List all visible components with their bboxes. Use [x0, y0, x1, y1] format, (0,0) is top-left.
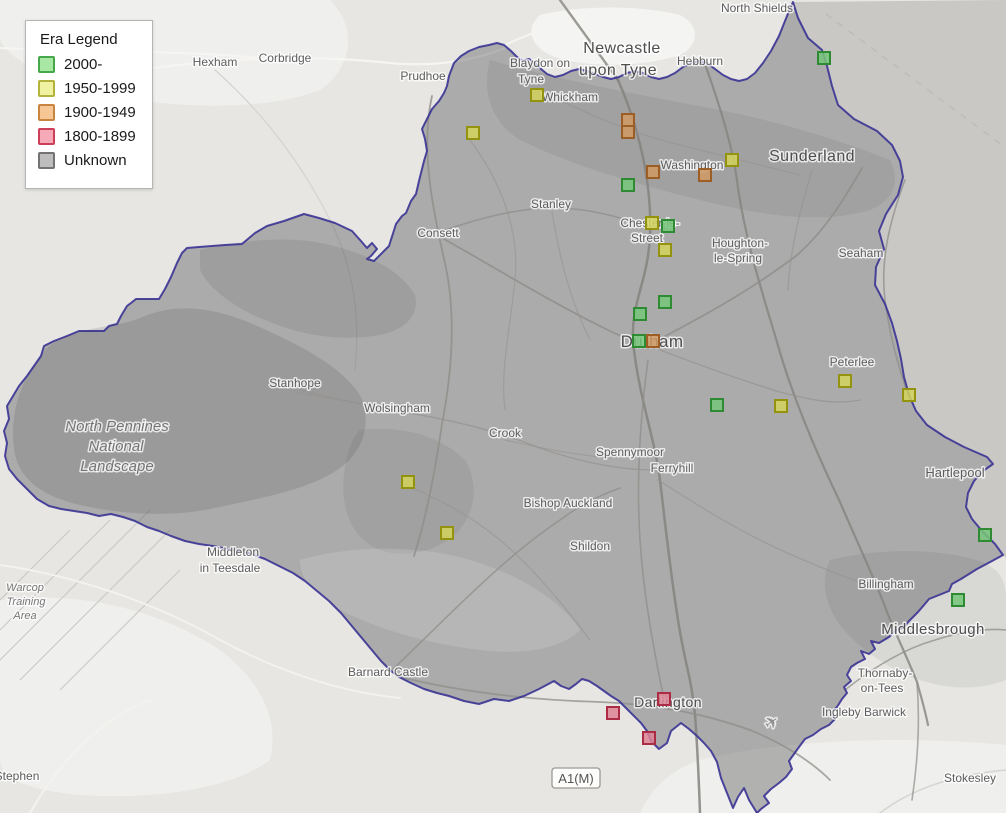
era-marker[interactable] — [633, 307, 647, 321]
legend-item-label: 1950-1999 — [64, 80, 136, 97]
era-marker[interactable] — [902, 388, 916, 402]
era-swatch-icon — [38, 56, 55, 73]
place-label: Middlesbrough — [881, 621, 985, 638]
era-marker[interactable] — [440, 526, 454, 540]
era-marker[interactable] — [725, 153, 739, 167]
era-marker[interactable] — [646, 165, 660, 179]
place-label: Spennymoor — [596, 445, 664, 459]
legend-item: 1900-1949 — [38, 104, 136, 121]
era-marker[interactable] — [838, 374, 852, 388]
place-label: Washington — [661, 158, 724, 172]
legend-item: 2000- — [38, 56, 136, 73]
place-label: Crook — [489, 426, 522, 440]
era-marker[interactable] — [817, 51, 831, 65]
era-swatch-icon — [38, 128, 55, 145]
era-swatch-icon — [38, 80, 55, 97]
legend-title: Era Legend — [40, 31, 118, 48]
era-marker[interactable] — [710, 398, 724, 412]
place-label: Bishop Auckland — [524, 496, 613, 510]
era-marker[interactable] — [951, 593, 965, 607]
place-label: Kirkby Stephen — [0, 769, 39, 783]
place-label: Houghton- — [712, 236, 768, 250]
legend-item: Unknown — [38, 152, 136, 169]
legend-item-label: Unknown — [64, 152, 127, 169]
place-label: Seaham — [839, 246, 884, 260]
legend-item-label: 2000- — [64, 56, 103, 73]
place-label: Landscape — [80, 458, 153, 475]
legend-item-label: 1900-1949 — [64, 104, 136, 121]
era-legend: Era Legend 2000- 1950-1999 1900-1949 1800-1… — [25, 20, 153, 189]
era-marker[interactable] — [978, 528, 992, 542]
place-label: Billingham — [858, 577, 913, 591]
era-marker[interactable] — [530, 88, 544, 102]
legend-item: 1950-1999 — [38, 80, 136, 97]
place-label: Peterlee — [830, 355, 875, 369]
era-marker[interactable] — [658, 243, 672, 257]
era-swatch-icon — [38, 152, 55, 169]
place-label: Sunderland — [769, 148, 855, 165]
place-label: North Shields — [721, 1, 793, 15]
era-marker[interactable] — [466, 126, 480, 140]
era-marker[interactable] — [645, 216, 659, 230]
place-label: upon Tyne — [579, 62, 657, 79]
era-marker[interactable] — [698, 168, 712, 182]
place-label: Shildon — [570, 539, 610, 553]
place-label: Ferryhill — [651, 461, 694, 475]
legend-item: 1800-1899 — [38, 128, 136, 145]
era-marker[interactable] — [657, 692, 671, 706]
place-label: on-Tees — [861, 681, 904, 695]
road-shield: A1(M) — [551, 767, 601, 789]
place-label: in Teesdale — [200, 561, 261, 575]
place-label: Whickham — [542, 90, 598, 104]
place-label: Newcastle — [583, 40, 660, 57]
place-label: Street — [631, 231, 664, 245]
place-label: National — [88, 438, 144, 455]
place-label: Corbridge — [259, 51, 312, 65]
place-label: Hebburn — [677, 54, 723, 68]
place-label: Consett — [417, 226, 459, 240]
place-label: Barnard Castle — [348, 665, 428, 679]
place-label: Thornaby- — [858, 666, 913, 680]
era-marker[interactable] — [642, 731, 656, 745]
place-label: Stanhope — [269, 376, 321, 390]
place-label: Area — [12, 610, 36, 622]
place-label: Prudhoe — [400, 69, 446, 83]
place-label: Wolsingham — [364, 401, 430, 415]
place-label: le-Spring — [714, 251, 762, 265]
place-label: Warcop — [6, 582, 44, 594]
place-label: Blaydon on — [510, 56, 570, 70]
era-marker[interactable] — [621, 178, 635, 192]
place-label: Tyne — [518, 72, 544, 86]
era-marker[interactable] — [621, 125, 635, 139]
era-marker[interactable] — [606, 706, 620, 720]
place-label: Ingleby Barwick — [822, 705, 907, 719]
era-marker[interactable] — [774, 399, 788, 413]
era-marker[interactable] — [401, 475, 415, 489]
map-canvas[interactable]: North Shields Newcastle upon Tyne Hexham Cor… — [0, 0, 1006, 813]
legend-item-label: 1800-1899 — [64, 128, 136, 145]
road-shield-label: A1(M) — [558, 771, 593, 786]
era-marker[interactable] — [632, 334, 646, 348]
era-marker[interactable] — [646, 334, 660, 348]
place-label: Hexham — [193, 55, 238, 69]
place-label: Stokesley — [944, 771, 996, 785]
place-label: Stanley — [531, 197, 571, 211]
place-label: North Pennines — [65, 418, 169, 435]
place-label: Middleton — [207, 545, 259, 559]
era-marker[interactable] — [661, 219, 675, 233]
era-marker[interactable] — [621, 113, 635, 127]
place-label: Training — [7, 596, 47, 608]
era-marker[interactable] — [658, 295, 672, 309]
era-swatch-icon — [38, 104, 55, 121]
place-label: Hartlepool — [925, 465, 984, 480]
